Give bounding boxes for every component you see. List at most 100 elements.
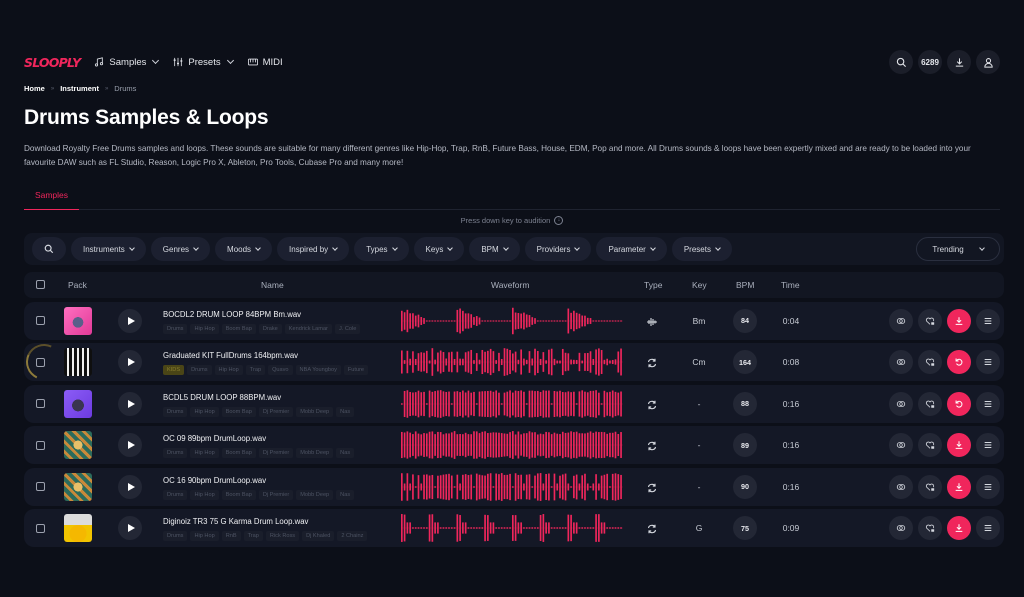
filter-presets[interactable]: Presets bbox=[671, 237, 732, 261]
find-similar-button[interactable] bbox=[889, 350, 913, 374]
credits-badge[interactable]: 6289 bbox=[918, 50, 942, 74]
tag[interactable]: Drums bbox=[163, 406, 188, 417]
row-checkbox[interactable] bbox=[36, 399, 45, 408]
pack-cover-image[interactable] bbox=[64, 514, 92, 542]
table-row[interactable]: OC 16 90bpm DrumLoop.wav Drums Hip Hop Boom… bbox=[24, 467, 1004, 506]
tag[interactable]: Mobb Deep bbox=[296, 406, 334, 417]
tag[interactable]: Hip Hop bbox=[190, 531, 219, 541]
table-row[interactable]: BOCDL2 DRUM LOOP 84BPM Bm.wav Drums Hip Ho… bbox=[24, 301, 1004, 340]
redownload-button[interactable] bbox=[947, 391, 971, 416]
tag[interactable]: Boom Bap bbox=[221, 448, 256, 458]
row-checkbox[interactable] bbox=[36, 440, 45, 450]
downloads-button[interactable] bbox=[947, 50, 971, 74]
waveform[interactable] bbox=[401, 472, 623, 502]
sample-name[interactable]: OC 16 90bpm DrumLoop.wav bbox=[163, 476, 266, 485]
tag[interactable]: Dj Premier bbox=[258, 406, 294, 417]
sample-name[interactable]: OC 09 89bpm DrumLoop.wav bbox=[163, 434, 266, 443]
filter-keys[interactable]: Keys bbox=[413, 237, 465, 261]
add-to-favorites-button[interactable] bbox=[918, 474, 942, 499]
filter-inspired-by[interactable]: Inspired by bbox=[277, 237, 350, 261]
add-to-favorites-button[interactable] bbox=[918, 308, 942, 333]
tag[interactable]: 2 Chainz bbox=[337, 531, 368, 541]
nav-midi[interactable]: MIDI bbox=[247, 57, 283, 68]
table-row[interactable]: OC 09 89bpm DrumLoop.wav Drums Hip Hop Boom… bbox=[24, 426, 1004, 464]
tag[interactable]: Boom Bap bbox=[221, 406, 256, 417]
tag[interactable]: Drums bbox=[163, 531, 188, 541]
tag[interactable]: Mobb Deep bbox=[296, 489, 334, 500]
nav-presets[interactable]: Presets bbox=[173, 57, 234, 68]
play-button[interactable] bbox=[118, 516, 142, 540]
filter-moods[interactable]: Moods bbox=[215, 237, 273, 261]
tag[interactable]: Mobb Deep bbox=[296, 448, 334, 458]
tag[interactable]: Rick Ross bbox=[265, 531, 300, 541]
play-button[interactable] bbox=[118, 308, 142, 333]
waveform[interactable] bbox=[401, 389, 623, 419]
tag[interactable]: Hip Hop bbox=[190, 448, 219, 458]
filter-parameter[interactable]: Parameter bbox=[596, 237, 667, 261]
more-menu-button[interactable] bbox=[976, 391, 1000, 416]
waveform[interactable] bbox=[401, 347, 623, 377]
tag[interactable]: Boom Bap bbox=[221, 489, 256, 500]
tag[interactable]: Drums bbox=[187, 365, 212, 375]
tag[interactable]: Boom Bap bbox=[221, 323, 256, 334]
find-similar-button[interactable] bbox=[889, 516, 913, 540]
more-menu-button[interactable] bbox=[976, 433, 1000, 457]
logo[interactable]: SLOOPLY bbox=[24, 55, 81, 70]
add-to-favorites-button[interactable] bbox=[918, 433, 942, 457]
table-row[interactable]: Diginoiz TR3 75 G Karma Drum Loop.wav Dru… bbox=[24, 509, 1004, 547]
tag[interactable]: Trap bbox=[243, 531, 263, 541]
pack-cover-image[interactable] bbox=[64, 306, 92, 335]
tag[interactable]: NBA Youngboy bbox=[295, 365, 341, 375]
tag[interactable]: Hip Hop bbox=[190, 323, 219, 334]
more-menu-button[interactable] bbox=[976, 308, 1000, 333]
nav-samples[interactable]: Samples bbox=[94, 57, 160, 68]
download-button[interactable] bbox=[947, 308, 971, 333]
tag[interactable]: Kendrick Lamar bbox=[284, 323, 332, 334]
tag[interactable]: Drums bbox=[163, 489, 188, 500]
tag[interactable]: Hip Hop bbox=[190, 489, 219, 500]
table-row[interactable]: BCDL5 DRUM LOOP 88BPM.wav Drums Hip Hop Boo… bbox=[24, 384, 1004, 423]
add-to-favorites-button[interactable] bbox=[918, 350, 942, 374]
user-button[interactable] bbox=[976, 50, 1000, 74]
redownload-button[interactable] bbox=[947, 350, 971, 374]
tag[interactable]: Quavo bbox=[268, 365, 293, 375]
tag[interactable]: RnB bbox=[221, 531, 241, 541]
tag[interactable]: Dj Khaled bbox=[302, 531, 335, 541]
tag[interactable]: Drums bbox=[163, 323, 188, 334]
tag-badge[interactable]: KIDS bbox=[163, 365, 185, 375]
tag[interactable]: Drums bbox=[163, 448, 188, 458]
more-menu-button[interactable] bbox=[976, 516, 1000, 540]
tag[interactable]: Nas bbox=[336, 489, 355, 500]
select-all-checkbox[interactable] bbox=[36, 280, 45, 289]
search-button[interactable] bbox=[889, 50, 913, 74]
filter-search-button[interactable] bbox=[32, 237, 66, 261]
tag[interactable]: Hip Hop bbox=[214, 365, 243, 375]
pack-cover-image[interactable] bbox=[64, 389, 92, 418]
row-checkbox[interactable] bbox=[36, 523, 45, 533]
filter-types[interactable]: Types bbox=[354, 237, 409, 261]
pack-cover-image[interactable] bbox=[64, 431, 92, 459]
more-menu-button[interactable] bbox=[976, 350, 1000, 374]
tag[interactable]: Future bbox=[343, 365, 369, 375]
add-to-favorites-button[interactable] bbox=[918, 516, 942, 540]
download-button[interactable] bbox=[947, 474, 971, 499]
sample-name[interactable]: Diginoiz TR3 75 G Karma Drum Loop.wav bbox=[163, 517, 308, 526]
tag[interactable]: Hip Hop bbox=[190, 406, 219, 417]
download-button[interactable] bbox=[947, 433, 971, 457]
filter-genres[interactable]: Genres bbox=[150, 237, 211, 261]
filter-bpm[interactable]: BPM bbox=[469, 237, 520, 261]
tag[interactable]: J. Cole bbox=[334, 323, 361, 334]
row-checkbox[interactable] bbox=[36, 482, 45, 491]
breadcrumb-home[interactable]: Home bbox=[24, 84, 45, 93]
sample-name[interactable]: BOCDL2 DRUM LOOP 84BPM Bm.wav bbox=[163, 310, 301, 319]
find-similar-button[interactable] bbox=[889, 308, 913, 333]
more-menu-button[interactable] bbox=[976, 474, 1000, 499]
play-button[interactable] bbox=[118, 391, 142, 416]
row-checkbox[interactable] bbox=[36, 316, 45, 325]
find-similar-button[interactable] bbox=[889, 474, 913, 499]
filter-providers[interactable]: Providers bbox=[524, 237, 592, 261]
tag[interactable]: Dj Premier bbox=[258, 448, 294, 458]
waveform[interactable] bbox=[401, 306, 623, 336]
waveform[interactable] bbox=[401, 430, 623, 460]
sort-select[interactable]: Trending bbox=[916, 237, 1000, 261]
